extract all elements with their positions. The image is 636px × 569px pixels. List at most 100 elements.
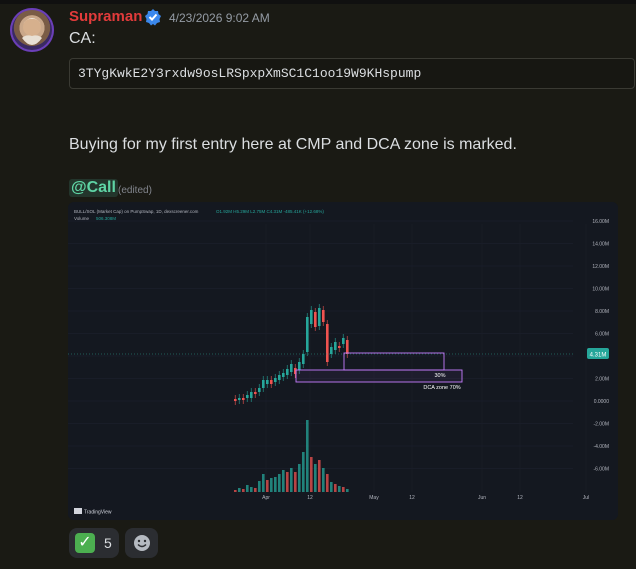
avatar-portrait-icon: [22, 18, 42, 45]
volume-bar: [330, 482, 333, 492]
candle: [266, 380, 269, 384]
username[interactable]: Supraman: [69, 8, 142, 25]
y-tick-label: 10.00M: [592, 287, 609, 293]
volume-bar: [342, 487, 345, 492]
candle: [286, 369, 289, 375]
volume-bar: [286, 472, 289, 492]
volume-bar: [266, 480, 269, 492]
volume-bar: [306, 420, 309, 492]
candle: [314, 312, 317, 327]
candle: [310, 310, 313, 324]
y-tick-label: 2.00M: [595, 377, 609, 383]
candle: [234, 399, 237, 401]
price-chart: 16.00M14.00M12.00M10.00M8.00M6.00M4.00M2…: [68, 202, 618, 520]
candle: [330, 347, 333, 354]
candle: [302, 354, 305, 364]
zone-label-dca: DCA zone 70%: [423, 385, 460, 391]
volume-bar: [310, 457, 313, 492]
message-body: Buying for my first entry here at CMP an…: [69, 136, 517, 153]
candle: [298, 362, 301, 370]
candle: [318, 308, 321, 326]
volume-bar: [294, 472, 297, 492]
chart-image-attachment[interactable]: 16.00M14.00M12.00M10.00M8.00M6.00M4.00M2…: [68, 202, 618, 520]
candle: [262, 380, 265, 388]
volume-bar: [282, 470, 285, 492]
tradingview-watermark: TradingView: [84, 510, 112, 516]
x-tick-label: 12: [307, 495, 313, 501]
chart-ohlc: O1.92M H5.29M L2.75M C4.31M -485.41K (+1…: [216, 209, 324, 214]
y-tick-label: -6.00M: [593, 467, 609, 473]
volume-bar: [334, 484, 337, 492]
volume-value: 506.308M: [96, 216, 116, 221]
volume-bar: [314, 464, 317, 492]
volume-bar: [242, 489, 245, 492]
verified-badge-icon: [145, 9, 161, 26]
volume-bar: [274, 477, 277, 492]
x-tick-label: Jun: [478, 495, 486, 501]
volume-bar: [302, 452, 305, 492]
y-tick-label: 6.00M: [595, 332, 609, 338]
volume-bar: [238, 488, 241, 492]
y-tick-label: 16.00M: [592, 219, 609, 225]
message-line-ca: CA:: [69, 30, 96, 47]
reaction-count: 5: [104, 535, 112, 551]
candle: [250, 392, 253, 398]
volume-bar: [258, 481, 261, 492]
candle: [258, 388, 261, 392]
y-tick-label: 12.00M: [592, 264, 609, 270]
contract-address-code: 3TYgKwkE2Y3rxdw9osLRSpxpXmSC1C1oo19W9KHs…: [69, 58, 635, 89]
volume-bar: [290, 468, 293, 492]
y-tick-label: -4.00M: [593, 444, 609, 450]
volume-bar: [262, 474, 265, 492]
role-mention[interactable]: @Call: [69, 179, 118, 197]
candle: [342, 338, 345, 344]
candle: [254, 392, 257, 394]
volume-bar: [278, 474, 281, 492]
candle: [290, 364, 293, 372]
candle: [306, 317, 309, 352]
edited-indicator: (edited): [118, 185, 152, 196]
volume-bar: [234, 490, 237, 492]
window-top-edge: [0, 0, 636, 4]
y-tick-label: 14.00M: [592, 242, 609, 248]
volume-bar: [250, 487, 253, 492]
candle: [278, 375, 281, 380]
y-tick-label: -2.00M: [593, 422, 609, 428]
zone-label-30: 30%: [434, 373, 445, 379]
y-tick-label: 0.0000: [594, 399, 610, 405]
candle: [322, 310, 325, 322]
x-tick-label: Jul: [583, 495, 589, 501]
candle: [246, 395, 249, 398]
volume-bar: [338, 486, 341, 492]
volume-label: Volume: [74, 216, 90, 221]
message-timestamp: 4/23/2026 9:02 AM: [169, 11, 270, 25]
volume-bar: [322, 468, 325, 492]
candle: [326, 324, 329, 362]
x-tick-label: 12: [409, 495, 415, 501]
candle: [242, 398, 245, 400]
candle: [238, 398, 241, 400]
volume-bar: [346, 489, 349, 492]
volume-bar: [326, 474, 329, 492]
candle: [270, 380, 273, 384]
volume-bar: [254, 488, 257, 492]
volume-bar: [318, 460, 321, 492]
add-reaction-button[interactable]: [125, 528, 158, 558]
candle: [282, 373, 285, 377]
current-price-tag: 4.31M: [590, 353, 607, 359]
x-tick-label: 12: [517, 495, 523, 501]
tradingview-logo-icon: [74, 508, 82, 514]
volume-bar: [298, 464, 301, 492]
add-reaction-icon: [133, 535, 150, 551]
volume-bar: [246, 485, 249, 492]
avatar[interactable]: [10, 8, 54, 52]
candle: [274, 378, 277, 382]
candle: [334, 342, 337, 350]
candle: [346, 340, 349, 354]
candle: [338, 346, 341, 348]
check-mark-icon: ✓: [75, 533, 95, 553]
y-tick-label: 8.00M: [595, 309, 609, 315]
x-tick-label: May: [369, 495, 379, 501]
reaction-check[interactable]: ✓ 5: [69, 528, 119, 558]
chart-header: BULL/SOL (Market Cap) on PumpSwap, 1D, d…: [74, 209, 199, 214]
